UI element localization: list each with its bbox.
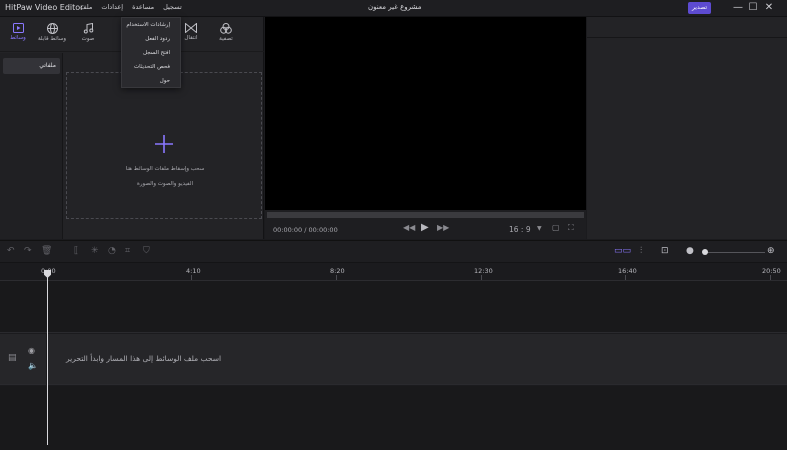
split-icon[interactable]: ⟦ [74, 246, 78, 256]
help-dropdown-menu: إرشادات الاستخدام ردود الفعل افتح السجل … [121, 17, 181, 88]
time-readout: 00:00:00 / 00:00:00 [273, 226, 338, 234]
menu-item-register[interactable]: تسجيل [163, 3, 182, 11]
crop-icon[interactable]: ⌗ [125, 246, 130, 256]
menu-item-about[interactable]: حول [122, 75, 180, 88]
speaker-icon[interactable]: 🔈 [28, 361, 38, 370]
film-icon: ▤ [8, 353, 17, 363]
menu-item-user-guide[interactable]: إرشادات الاستخدام [122, 19, 180, 32]
filter-icon [220, 23, 232, 34]
ruler-tick [770, 275, 771, 280]
minimize-button[interactable]: — [731, 1, 745, 15]
menu-item-file[interactable]: ملف [80, 3, 92, 11]
next-frame-icon[interactable]: ▶▶ [437, 223, 449, 232]
playhead[interactable] [47, 270, 48, 445]
timeline-track-upper[interactable] [0, 281, 787, 333]
properties-header [587, 17, 787, 38]
crop-preview-icon[interactable]: ▢ [552, 223, 560, 232]
play-icon[interactable]: ▶ [421, 222, 429, 233]
timeline-ruler[interactable]: 0:00 4:10 8:20 12:30 16:40 20:50 [0, 263, 787, 281]
tool-online-media[interactable]: وسائط قابلة [37, 21, 67, 49]
tool-audio[interactable]: صوت [73, 21, 103, 49]
globe-icon [46, 23, 58, 34]
tool-media-label: وسائط [10, 35, 26, 41]
track-mode-icon[interactable]: ▭▭ [614, 246, 631, 256]
ruler-tick [336, 275, 337, 280]
properties-panel [587, 17, 787, 239]
tool-filter[interactable]: تصفية [211, 21, 241, 49]
tool-media[interactable]: وسائط [3, 21, 33, 49]
ruler-tick [191, 275, 192, 280]
fit-timeline-icon[interactable]: ⊡ [661, 246, 669, 256]
ruler-tick-label: 20:50 [762, 267, 781, 275]
ratio-chevron-icon[interactable]: ▼ [537, 225, 542, 232]
timeline-main-track[interactable]: ▤ ◉ 🔈 اسحب ملف الوسائط إلى هذا المسار وا… [0, 334, 787, 385]
zoom-slider-handle[interactable] [702, 249, 708, 255]
ruler-tick [625, 275, 626, 280]
media-drop-zone[interactable]: سحب وإسقاط ملفات الوسائط هنا الفيديو وال… [66, 72, 262, 219]
plus-icon[interactable] [155, 135, 173, 153]
timeline-track-lower[interactable] [0, 386, 787, 450]
preview-progress-bar[interactable] [267, 212, 584, 218]
video-canvas [265, 17, 586, 210]
menu-bar: ملف إعدادات مساعدة تسجيل [80, 3, 182, 11]
ruler-tick [481, 275, 482, 280]
track-header: ▤ ◉ 🔈 [0, 334, 47, 385]
preview-panel: 00:00:00 / 00:00:00 ◀◀ ▶ ▶▶ 16 : 9 ▼ ▢ ⛶ [265, 17, 586, 239]
zoom-in-icon[interactable]: ⊕ [767, 246, 775, 256]
undo-icon[interactable]: ↶ [7, 246, 15, 256]
title-bar: HitPaw Video Editor ملف إعدادات مساعدة ت… [0, 0, 787, 17]
tool-audio-label: صوت [81, 36, 95, 42]
eye-icon[interactable]: ◉ [28, 346, 35, 355]
speed-icon[interactable]: ◔ [108, 246, 116, 256]
shield-icon[interactable]: ⛉ [143, 246, 150, 256]
aspect-ratio-select[interactable]: 16 : 9 [509, 225, 531, 234]
menu-item-check-updates[interactable]: فحص التحديثات [122, 61, 180, 74]
menu-item-settings[interactable]: إعدادات [101, 3, 123, 11]
ruler-tick-label: 8:20 [330, 267, 345, 275]
fullscreen-icon[interactable]: ⛶ [568, 223, 574, 233]
media-sidebar: ملفاتي [0, 53, 63, 239]
menu-item-help[interactable]: مساعدة [132, 3, 154, 11]
menu-item-feedback[interactable]: ردود الفعل [122, 33, 180, 46]
ruler-tick-label: 16:40 [618, 267, 637, 275]
sidebar-item-my-files[interactable]: ملفاتي [3, 58, 60, 74]
previous-frame-icon[interactable]: ◀◀ [403, 223, 415, 232]
tool-transition-label: انتقال [184, 35, 198, 41]
drop-hint-line1: سحب وإسقاط ملفات الوسائط هنا [125, 166, 205, 172]
app-title: HitPaw Video Editor [5, 3, 84, 12]
export-button[interactable]: تصدير [688, 2, 711, 14]
maximize-button[interactable]: ☐ [746, 1, 760, 15]
track-drop-hint: اسحب ملف الوسائط إلى هذا المسار وابدأ ال… [66, 354, 222, 363]
ruler-tick-label: 12:30 [474, 267, 493, 275]
tool-filter-label: تصفية [219, 36, 233, 42]
media-icon [12, 23, 24, 33]
menu-item-open-log[interactable]: افتح السجل [122, 47, 180, 60]
tool-online-media-label: وسائط قابلة [37, 36, 67, 42]
drop-hint-line2: الفيديو والصوت والصورة [136, 181, 194, 187]
freeze-icon[interactable]: ✳ [91, 246, 99, 256]
delete-icon[interactable]: 🗑 [41, 246, 52, 256]
snap-icon[interactable]: ⫶ [640, 246, 642, 256]
ruler-tick-label: 4:10 [186, 267, 201, 275]
zoom-out-icon[interactable]: ● [686, 246, 694, 256]
music-icon [83, 23, 93, 34]
redo-icon[interactable]: ↷ [24, 246, 32, 256]
transition-icon [185, 23, 197, 33]
close-button[interactable]: ✕ [762, 1, 776, 15]
project-title: مشروع غير معنون [368, 3, 422, 11]
zoom-slider[interactable] [705, 252, 765, 253]
timeline-toolbar: ↶ ↷ 🗑 ⟦ ✳ ◔ ⌗ ⛉ ▭▭ ⫶ ⊡ ● ⊕ [0, 240, 787, 263]
